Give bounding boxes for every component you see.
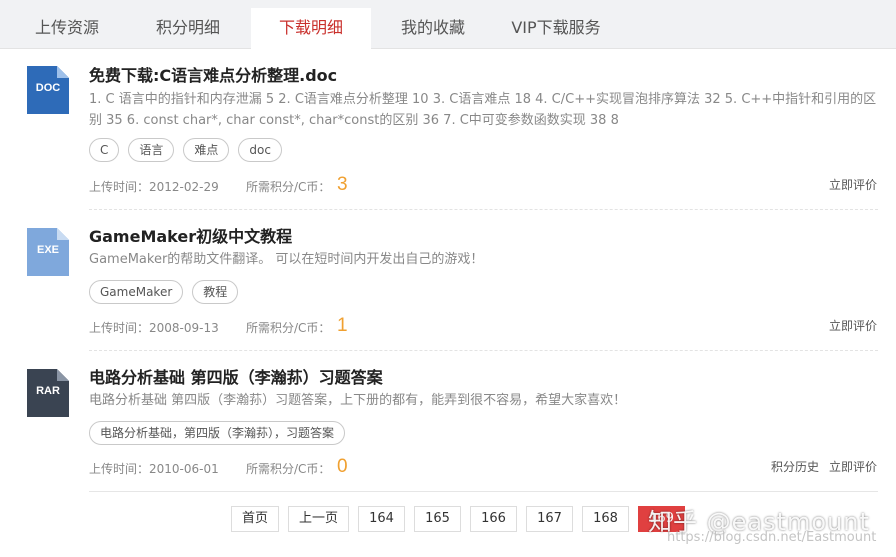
prev-page-button[interactable]: 上一页 (288, 506, 350, 532)
tab-my-favorites[interactable]: 我的收藏 (380, 8, 486, 48)
resource-description: 1. C 语言中的指针和内存泄漏 5 2. C语言难点分析整理 10 3. C语… (89, 92, 877, 128)
tag[interactable]: 难点 (183, 138, 230, 162)
resource-title[interactable]: 免费下载:C语言难点分析整理.doc (89, 62, 337, 86)
tag-list: C 语言 难点 doc (89, 138, 282, 162)
page-button[interactable]: 166 (470, 506, 518, 532)
page-button[interactable]: 168 (582, 506, 630, 532)
tab-vip-download[interactable]: VIP下载服务 (500, 8, 612, 48)
tag[interactable]: C (89, 138, 120, 162)
resource-title[interactable]: 电路分析基础 第四版（李瀚荪）习题答案 (89, 364, 383, 388)
page-button[interactable]: 164 (358, 506, 406, 532)
tab-points-detail[interactable]: 积分明细 (135, 8, 241, 48)
page-button[interactable]: 167 (526, 506, 574, 532)
item-divider (89, 350, 878, 351)
resource-description: GameMaker的帮助文件翻译。 可以在短时间内开发出自己的游戏！ (89, 252, 484, 267)
upload-time: 上传时间：2010-06-01 (89, 462, 219, 476)
rate-now-link[interactable]: 立即评价 (829, 317, 877, 334)
file-ext-label: RAR (36, 385, 60, 397)
first-page-button[interactable]: 首页 (231, 506, 280, 532)
tab-upload-resources[interactable]: 上传资源 (14, 8, 120, 48)
tag[interactable]: doc (238, 138, 282, 162)
exe-file-icon[interactable]: EXE (27, 228, 69, 276)
price-label: 所需积分/C币： (246, 321, 331, 335)
file-ext-label: EXE (36, 244, 59, 256)
upload-time: 上传时间：2012-02-29 (89, 180, 219, 194)
price-label: 所需积分/C币： (246, 180, 331, 194)
tag[interactable]: GameMaker (89, 280, 184, 304)
rate-now-link[interactable]: 立即评价 (829, 458, 877, 475)
doc-file-icon[interactable]: DOC (27, 66, 69, 114)
price-label: 所需积分/C币： (246, 462, 331, 476)
price-value: 3 (337, 174, 348, 195)
rar-file-icon[interactable]: RAR (27, 369, 69, 417)
tag[interactable]: 电路分析基础，第四版（李瀚荪），习题答案 (89, 421, 346, 445)
rate-now-link[interactable]: 立即评价 (829, 176, 877, 193)
price-value: 0 (337, 456, 348, 477)
item-divider (89, 209, 878, 210)
page-button[interactable]: 165 (414, 506, 462, 532)
tag-list: 电路分析基础，第四版（李瀚荪），习题答案 (89, 421, 346, 445)
tab-download-detail[interactable]: 下载明细 (251, 8, 371, 49)
csdn-url-watermark: https://blog.csdn.net/Eastmount (667, 530, 877, 545)
tag[interactable]: 语言 (128, 138, 175, 162)
resource-description: 电路分析基础 第四版（李瀚荪）习题答案，上下册的都有，能弄到很不容易，希望大家喜… (89, 393, 627, 408)
resource-title[interactable]: GameMaker初级中文教程 (89, 223, 292, 247)
pager-divider (89, 491, 878, 492)
tag[interactable]: 教程 (192, 280, 239, 304)
tab-bar: 上传资源 积分明细 下载明细 我的收藏 VIP下载服务 (0, 0, 896, 49)
upload-time: 上传时间：2008-09-13 (89, 321, 219, 335)
points-history-link[interactable]: 积分历史 (771, 458, 819, 475)
price-value: 1 (337, 315, 348, 336)
pagination: 首页 上一页 164 165 166 167 168 169 (231, 506, 686, 532)
file-ext-label: DOC (35, 82, 61, 94)
tag-list: GameMaker 教程 (89, 280, 239, 304)
